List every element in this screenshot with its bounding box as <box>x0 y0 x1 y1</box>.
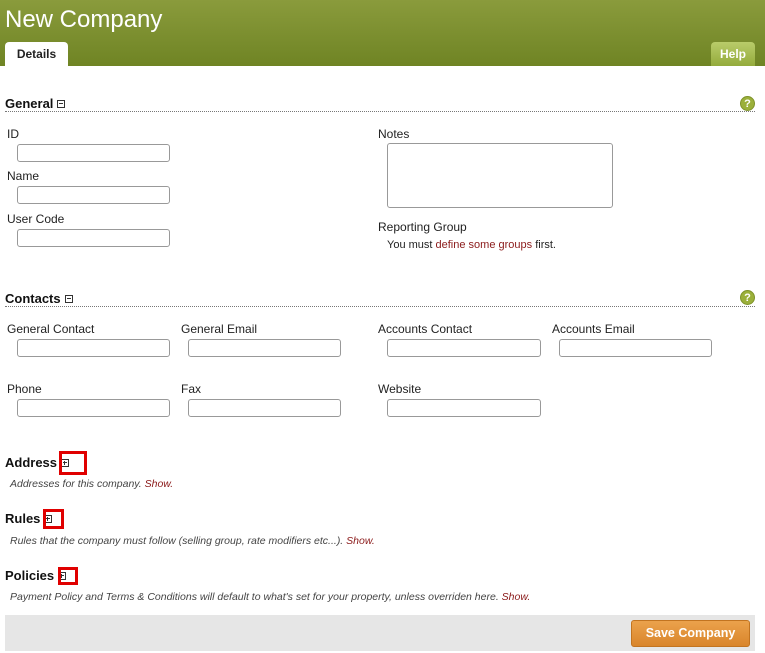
accounts-contact-field[interactable] <box>387 339 541 357</box>
rules-description: Rules that the company must follow (sell… <box>10 535 375 547</box>
rules-heading-label: Rules <box>5 511 41 526</box>
page-header: New Company Details Help <box>0 0 765 67</box>
fax-label: Fax <box>181 382 202 396</box>
help-icon[interactable]: ? <box>740 290 755 305</box>
general-email-label: General Email <box>181 322 258 336</box>
general-section-heading[interactable]: General <box>5 96 66 111</box>
notes-label: Notes <box>378 127 410 141</box>
address-heading-label: Address <box>5 455 58 470</box>
page-title: New Company <box>5 6 163 33</box>
fax-field[interactable] <box>188 399 341 417</box>
help-icon[interactable]: ? <box>740 96 755 111</box>
help-tab[interactable]: Help <box>711 42 755 66</box>
policies-desc-text: Payment Policy and Terms & Conditions wi… <box>10 591 502 603</box>
address-show-link[interactable]: Show. <box>145 478 174 490</box>
address-description: Addresses for this company. Show. <box>10 478 173 490</box>
tab-details[interactable]: Details <box>5 42 68 67</box>
accounts-email-label: Accounts Email <box>552 322 635 336</box>
accounts-email-field[interactable] <box>559 339 712 357</box>
reporting-note-text: You must <box>387 239 436 251</box>
user-code-label: User Code <box>7 212 65 226</box>
general-heading-label: General <box>5 96 54 111</box>
collapse-icon[interactable] <box>57 99 66 108</box>
policies-description: Payment Policy and Terms & Conditions wi… <box>10 591 530 603</box>
policies-show-link[interactable]: Show. <box>502 591 531 603</box>
phone-label: Phone <box>7 382 42 396</box>
contacts-heading-label: Contacts <box>5 291 61 306</box>
website-label: Website <box>378 382 422 396</box>
id-label: ID <box>7 127 19 141</box>
phone-field[interactable] <box>17 399 170 417</box>
notes-textarea[interactable] <box>387 143 613 208</box>
divider <box>5 306 755 307</box>
define-groups-link[interactable]: define some groups <box>436 239 533 251</box>
user-code-field[interactable] <box>17 229 170 247</box>
name-label: Name <box>7 169 40 183</box>
collapse-icon[interactable] <box>64 294 73 303</box>
general-contact-field[interactable] <box>17 339 170 357</box>
reporting-group-label: Reporting Group <box>378 220 467 234</box>
rules-show-link[interactable]: Show. <box>346 535 375 547</box>
contacts-section-heading[interactable]: Contacts <box>5 291 73 306</box>
id-field[interactable] <box>17 144 170 162</box>
save-company-button[interactable]: Save Company <box>631 620 750 647</box>
highlight-box <box>59 451 87 475</box>
divider <box>5 111 755 112</box>
website-field[interactable] <box>387 399 541 417</box>
highlight-box <box>43 509 64 529</box>
name-field[interactable] <box>17 186 170 204</box>
rules-desc-text: Rules that the company must follow (sell… <box>10 535 347 547</box>
address-desc-text: Addresses for this company. <box>10 478 145 490</box>
policies-section-heading[interactable]: Policies <box>5 568 67 583</box>
general-email-field[interactable] <box>188 339 341 357</box>
general-contact-label: General Contact <box>7 322 95 336</box>
policies-heading-label: Policies <box>5 568 55 583</box>
reporting-group-note: You must define some groups first. <box>387 239 556 251</box>
accounts-contact-label: Accounts Contact <box>378 322 473 336</box>
highlight-box <box>58 567 78 585</box>
reporting-note-suffix: first. <box>532 239 556 251</box>
